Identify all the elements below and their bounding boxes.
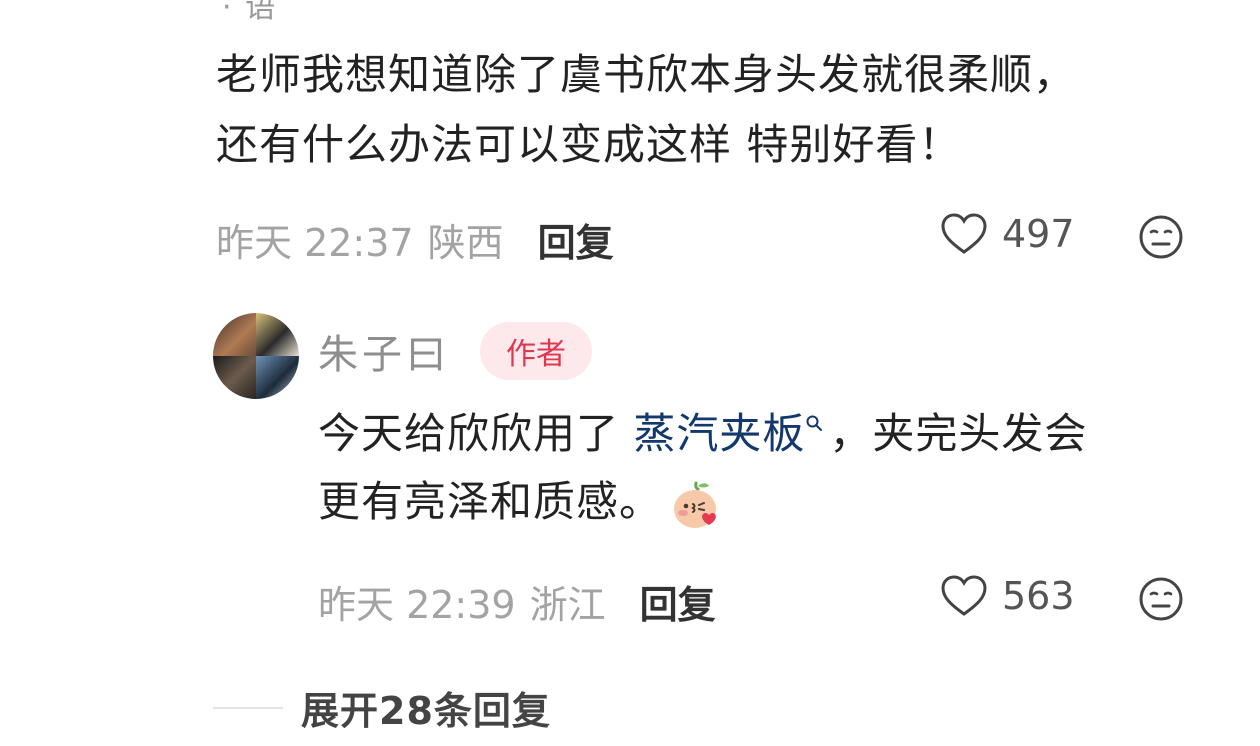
reply-text-line-2-text: 更有亮泽和质感。: [318, 477, 663, 526]
dislike-face-icon[interactable]: [1138, 214, 1184, 260]
divider: [213, 706, 283, 709]
comment-thread: · 语 老师我想知道除了虞书欣本身头发就很柔顺， 还有什么办法可以变成这样 特别…: [0, 0, 1260, 746]
comment-text-line-2: 还有什么办法可以变成这样 特别好看！: [216, 120, 962, 169]
blush-peach-emoji: [674, 481, 717, 528]
comment-location: 陕西: [427, 221, 504, 265]
reply-text-suffix: ，夹完头发会: [829, 409, 1088, 458]
avatar-tile: [213, 356, 256, 399]
previous-author-name: · 语: [222, 0, 278, 25]
comment-meta: 昨天 22:37 陕西 回复: [216, 212, 614, 267]
comment-text-line-1: 老师我想知道除了虞书欣本身头发就很柔顺，: [216, 50, 1077, 99]
reply-author-name[interactable]: 朱子曰: [318, 322, 450, 380]
reply-text-line-2: 更有亮泽和质感。: [318, 468, 1218, 536]
expand-replies-label: 展开28条回复: [301, 689, 551, 733]
reply-like-button[interactable]: 563: [940, 574, 1075, 618]
avatar-tile: [213, 313, 256, 356]
heart-icon: [941, 575, 987, 616]
comment-like-button[interactable]: 497: [940, 212, 1075, 256]
reply-like-count: 563: [1002, 574, 1075, 618]
reply-location: 浙江: [529, 583, 606, 627]
heart-icon: [941, 213, 987, 254]
reply-reply-button[interactable]: 回复: [640, 574, 716, 629]
comment-reply-button[interactable]: 回复: [538, 212, 614, 267]
reply-meta: 昨天 22:39 浙江 回复: [318, 574, 716, 629]
avatar-tile: [256, 356, 299, 399]
search-keyword-link[interactable]: 蒸汽夹板: [633, 409, 805, 458]
reply-text-line-1: 今天给欣欣用了 蒸汽夹板 ，夹完头发会: [318, 400, 1218, 468]
reply-text-prefix: 今天给欣欣用了: [318, 409, 634, 458]
author-avatar[interactable]: [213, 313, 299, 399]
author-badge: 作者: [480, 322, 592, 380]
dislike-face-icon[interactable]: [1138, 576, 1184, 622]
comment-time: 昨天 22:37: [216, 221, 414, 265]
comment-like-count: 497: [1002, 212, 1075, 256]
reply-time: 昨天 22:39: [318, 583, 516, 627]
search-icon[interactable]: [805, 414, 823, 432]
avatar-tile: [256, 313, 299, 356]
reply-text: 今天给欣欣用了 蒸汽夹板 ，夹完头发会 更有亮泽和质感。: [318, 400, 1218, 536]
comment-text: 老师我想知道除了虞书欣本身头发就很柔顺， 还有什么办法可以变成这样 特别好看！: [216, 40, 1216, 180]
expand-replies-button[interactable]: 展开28条回复: [213, 680, 551, 735]
